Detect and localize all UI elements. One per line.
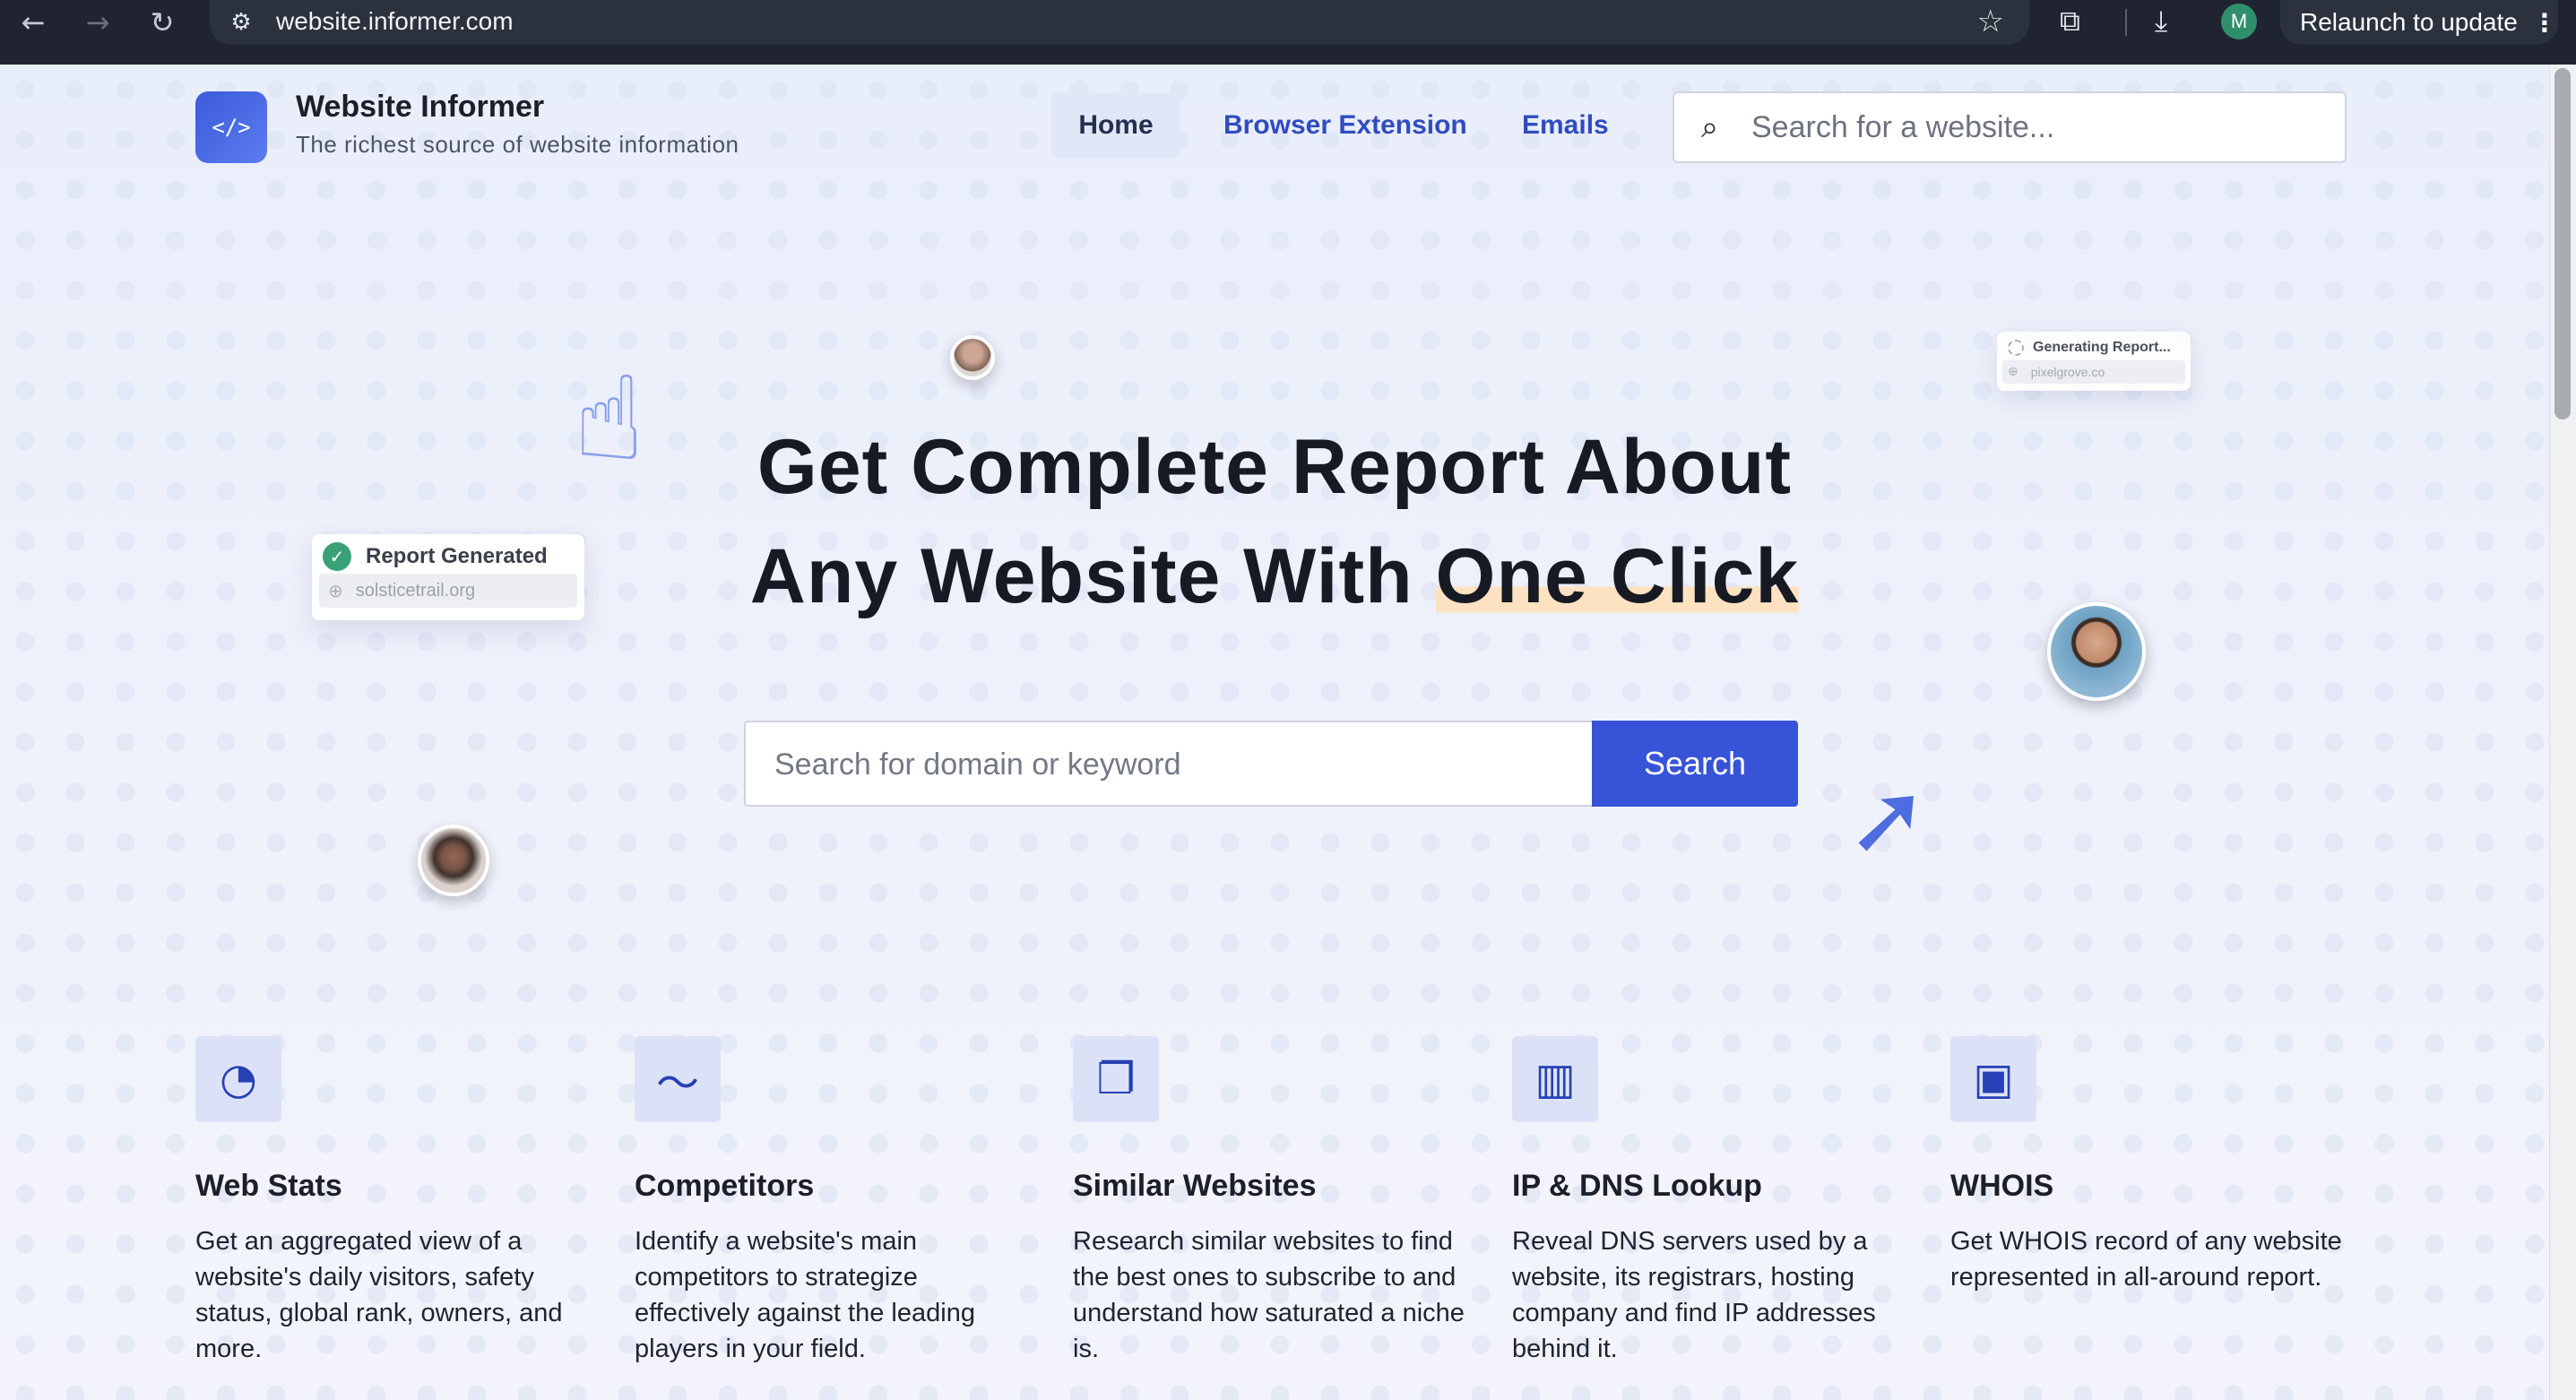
generating-status: Generating Report... <box>2033 340 2171 355</box>
relaunch-button[interactable]: Relaunch to update ⋮ <box>2280 0 2558 45</box>
forward-arrow-icon[interactable]: → <box>75 0 120 45</box>
url-text[interactable]: website.informer.com <box>276 7 514 36</box>
reload-icon[interactable]: ↻ <box>140 0 185 45</box>
feature-title[interactable]: Web Stats <box>195 1169 590 1204</box>
brand-tagline: The richest source of website informatio… <box>296 131 739 158</box>
header-search-input[interactable] <box>1751 106 2325 149</box>
generating-report-card: Generating Report... ⊕ pixelgrove.co <box>1997 332 2191 391</box>
globe-icon: ⊕ <box>2008 365 2018 379</box>
browser-toolbar: ← → ↻ ⚙ website.informer.com ☆ ⧉ ⤓ M Rel… <box>0 0 2576 65</box>
feature-desc: Get an aggregated view of a website's da… <box>195 1227 563 1363</box>
scrollbar-thumb[interactable] <box>2554 68 2571 419</box>
avatar-woman <box>418 825 489 896</box>
hero-title-line-2: Any Website With One Click <box>0 532 2549 621</box>
feature-desc: Identify a website's main competitors to… <box>635 1227 975 1363</box>
hero-search-input[interactable] <box>774 742 1563 787</box>
hero-search-button[interactable]: Search <box>1592 721 1798 807</box>
nav-home[interactable]: Home <box>1051 93 1180 158</box>
nav-emails[interactable]: Emails <box>1522 93 1609 158</box>
site-logo-icon[interactable]: </> <box>195 91 267 163</box>
feature-title[interactable]: IP & DNS Lookup <box>1512 1169 1906 1204</box>
feature-competitors: 〜 Competitors Identify a website's main … <box>635 1036 1029 1367</box>
feature-desc: Reveal DNS servers used by a website, it… <box>1512 1227 1876 1363</box>
hero-search-box[interactable] <box>744 721 1594 807</box>
relaunch-label: Relaunch to update <box>2300 8 2518 36</box>
id-badge-icon: ▣ <box>1950 1036 2036 1122</box>
click-cursor-icon: ➚ <box>1846 761 1930 876</box>
stacked-squares-icon: ❐ <box>1073 1036 1159 1122</box>
feature-title[interactable]: WHOIS <box>1950 1169 2345 1204</box>
feature-title[interactable]: Similar Websites <box>1073 1169 1467 1204</box>
bookmark-star-icon[interactable]: ☆ <box>1977 4 2004 39</box>
more-vert-icon: ⋮ <box>2531 7 2557 38</box>
profile-avatar[interactable]: M <box>2221 4 2257 39</box>
download-icon[interactable]: ⤓ <box>2155 4 2167 39</box>
spinner-icon <box>2008 340 2024 356</box>
toolbar-divider <box>2125 9 2127 36</box>
feature-whois: ▣ WHOIS Get WHOIS record of any website … <box>1950 1036 2345 1295</box>
feature-similar-websites: ❐ Similar Websites Research similar webs… <box>1073 1036 1467 1367</box>
extensions-icon[interactable]: ⧉ <box>2060 4 2080 39</box>
generating-domain: pixelgrove.co <box>2030 365 2105 379</box>
site-settings-icon[interactable]: ⚙ <box>226 7 256 38</box>
avatar-small <box>950 335 995 380</box>
header-search-box[interactable]: ⌕ <box>1673 91 2347 163</box>
feature-desc: Get WHOIS record of any website represen… <box>1950 1227 2342 1292</box>
search-icon: ⌕ <box>1701 109 1719 145</box>
hero-title-plain: Any Website With <box>749 533 1436 619</box>
feature-web-stats: ◔ Web Stats Get an aggregated view of a … <box>195 1036 590 1367</box>
page-content: </> Website Informer The richest source … <box>0 65 2549 1400</box>
feature-title[interactable]: Competitors <box>635 1169 1029 1204</box>
pie-chart-icon: ◔ <box>195 1036 281 1122</box>
feature-desc: Research similar websites to find the be… <box>1073 1227 1465 1363</box>
hero-title-line-1: Get Complete Report About <box>756 424 1793 510</box>
address-bar[interactable]: ⚙ website.informer.com ☆ <box>210 0 2029 45</box>
columns-icon: ▥ <box>1512 1036 1598 1122</box>
trend-line-icon: 〜 <box>635 1036 721 1122</box>
back-arrow-icon[interactable]: ← <box>11 0 56 45</box>
nav-browser-extension[interactable]: Browser Extension <box>1223 93 1467 158</box>
hero-title-highlight: One Click <box>1435 533 1800 619</box>
feature-ip-dns: ▥ IP & DNS Lookup Reveal DNS servers use… <box>1512 1036 1906 1367</box>
brand-name[interactable]: Website Informer <box>296 90 544 125</box>
